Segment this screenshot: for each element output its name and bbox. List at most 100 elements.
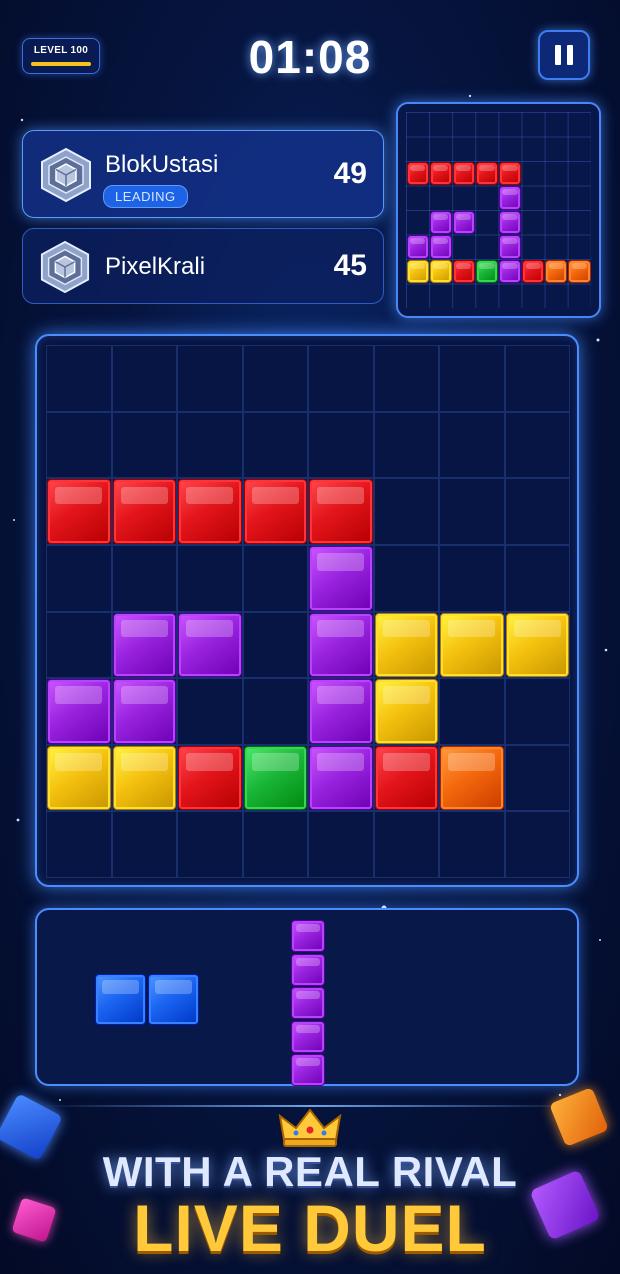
board-cell[interactable] <box>439 544 505 612</box>
block-purple <box>112 679 176 744</box>
mini-block-purple <box>429 235 452 259</box>
promo-subtitle: WITH A REAL RIVAL <box>102 1148 518 1195</box>
opponent-board-preview <box>396 102 601 318</box>
board-cell[interactable] <box>504 345 570 412</box>
piece-cell-purple <box>291 920 325 952</box>
board-grid[interactable] <box>46 345 570 878</box>
block-green <box>243 745 307 811</box>
block-red <box>309 479 373 544</box>
block-orange <box>440 745 504 811</box>
pause-icon <box>552 45 576 65</box>
board-cell[interactable] <box>373 544 439 612</box>
block-purple <box>47 679 111 744</box>
board-cell[interactable] <box>439 678 505 745</box>
mini-block-purple <box>499 186 522 210</box>
board-cell[interactable] <box>373 478 439 545</box>
board-cell[interactable] <box>242 345 308 412</box>
board-cell[interactable] <box>504 811 570 878</box>
board-cell[interactable] <box>177 345 243 412</box>
board-cell[interactable] <box>308 345 374 412</box>
board-cell[interactable] <box>439 411 505 479</box>
board-cell[interactable] <box>242 544 308 612</box>
block-yellow <box>112 745 176 811</box>
hexagon-cube-icon <box>41 147 91 203</box>
board-cell[interactable] <box>504 411 570 479</box>
block-yellow <box>374 612 438 678</box>
mini-block-red <box>452 161 475 185</box>
blue-domino-piece[interactable] <box>95 974 201 1027</box>
block-purple <box>309 679 373 744</box>
block-purple <box>178 612 242 678</box>
mini-block-red <box>429 161 452 185</box>
board-cell[interactable] <box>373 411 439 479</box>
mini-block-yellow <box>406 259 429 283</box>
board-cell[interactable] <box>46 345 112 412</box>
purple-i5-piece[interactable] <box>291 920 327 1088</box>
player-name: BlokUstasi <box>105 151 219 178</box>
game-board[interactable] <box>35 334 579 887</box>
piece-cell-purple <box>291 953 325 986</box>
mini-block-red <box>406 161 429 185</box>
mini-block-green <box>475 259 498 283</box>
board-cell[interactable] <box>373 811 439 878</box>
block-purple <box>112 612 176 678</box>
opponent-board-grid <box>406 112 591 308</box>
board-cell[interactable] <box>242 411 308 479</box>
board-cell[interactable] <box>177 678 243 745</box>
mini-block-red <box>475 161 498 185</box>
board-cell[interactable] <box>111 411 177 479</box>
board-cell[interactable] <box>504 744 570 812</box>
mini-block-red <box>452 259 475 283</box>
piece-cell-purple <box>291 1054 325 1086</box>
mini-block-purple <box>499 259 522 283</box>
block-red <box>374 745 438 811</box>
match-timer: 01:08 <box>248 31 372 83</box>
block-yellow <box>47 745 111 811</box>
block-red <box>178 745 242 811</box>
block-purple <box>309 545 373 611</box>
mini-block-purple <box>499 235 522 259</box>
board-cell[interactable] <box>439 345 505 412</box>
board-cell[interactable] <box>177 411 243 479</box>
board-cell[interactable] <box>46 811 112 878</box>
mini-block-purple <box>429 210 452 234</box>
board-cell[interactable] <box>242 811 308 878</box>
mini-block-purple <box>406 235 429 259</box>
board-cell[interactable] <box>373 345 439 412</box>
board-cell[interactable] <box>111 811 177 878</box>
mini-block-orange <box>568 259 591 283</box>
piece-cell-purple <box>291 987 325 1019</box>
board-cell[interactable] <box>504 678 570 745</box>
board-cell[interactable] <box>177 544 243 612</box>
board-cell[interactable] <box>111 345 177 412</box>
player-card-leading: BlokUstasi LEADING 49 <box>22 130 384 218</box>
board-cell[interactable] <box>46 544 112 612</box>
board-cell[interactable] <box>46 411 112 479</box>
mini-block-purple <box>499 210 522 234</box>
board-cell[interactable] <box>242 611 308 679</box>
block-yellow <box>505 612 569 678</box>
player-card-opponent: PixelKrali 45 <box>22 228 384 304</box>
pause-button[interactable] <box>538 30 590 80</box>
board-cell[interactable] <box>504 478 570 545</box>
board-cell[interactable] <box>177 811 243 878</box>
player-score: 45 <box>333 249 367 282</box>
board-cell[interactable] <box>46 611 112 679</box>
block-yellow <box>440 612 504 678</box>
board-cell[interactable] <box>308 811 374 878</box>
level-badge: LEVEL 100 <box>22 38 100 74</box>
block-red <box>243 479 307 544</box>
board-cell[interactable] <box>308 411 374 479</box>
board-cell[interactable] <box>111 544 177 612</box>
level-label: LEVEL 100 <box>33 45 89 56</box>
mini-block-purple <box>452 210 475 234</box>
block-purple <box>309 612 373 678</box>
board-cell[interactable] <box>439 811 505 878</box>
mini-block-red <box>499 161 522 185</box>
player-score: 49 <box>333 157 367 190</box>
board-cell[interactable] <box>439 478 505 545</box>
block-yellow <box>374 679 438 744</box>
board-cell[interactable] <box>242 678 308 745</box>
board-cell[interactable] <box>504 544 570 612</box>
piece-cell-purple <box>291 1020 325 1053</box>
